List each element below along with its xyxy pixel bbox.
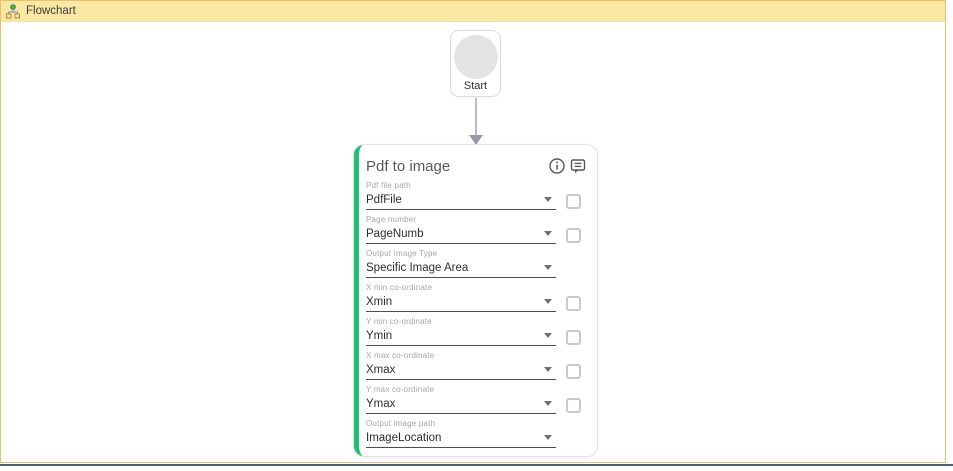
field-label: Page number bbox=[366, 215, 417, 224]
field-input[interactable]: PageNumb bbox=[366, 227, 556, 244]
field-input[interactable]: Specific Image Area bbox=[366, 261, 556, 278]
field-checkbox[interactable] bbox=[566, 194, 581, 209]
info-icon[interactable] bbox=[548, 157, 566, 175]
activity-fields: Pdf file path PdfFile Page number PageNu… bbox=[366, 181, 587, 448]
field-value: Xmax bbox=[366, 363, 396, 376]
flowchart-canvas[interactable]: Start Pdf to image Pdf file path PdfFile… bbox=[1, 22, 945, 462]
activity-field-5: X max co-ordinate Xmax bbox=[366, 351, 587, 380]
activity-field-6: Y max co-ordinate Ymax bbox=[366, 385, 587, 414]
start-node-circle bbox=[453, 35, 498, 79]
connector-line bbox=[475, 98, 477, 136]
field-label: Output Image Type bbox=[366, 249, 438, 258]
field-checkbox[interactable] bbox=[566, 330, 581, 345]
field-checkbox[interactable] bbox=[566, 296, 581, 311]
field-input[interactable]: Ymin bbox=[366, 329, 556, 346]
annotation-icon[interactable] bbox=[569, 157, 587, 175]
connector-arrowhead-icon bbox=[469, 135, 483, 145]
activity-field-2: Output Image Type Specific Image Area bbox=[366, 249, 587, 278]
field-input[interactable]: Xmin bbox=[366, 295, 556, 312]
chevron-down-icon[interactable] bbox=[544, 401, 552, 406]
field-value: Ymin bbox=[366, 329, 393, 342]
chevron-down-icon[interactable] bbox=[544, 265, 552, 270]
field-value: ImageLocation bbox=[366, 431, 442, 444]
flowchart-title: Flowchart bbox=[26, 5, 76, 17]
field-label: Output image path bbox=[366, 419, 436, 428]
field-value: PageNumb bbox=[366, 227, 424, 240]
field-input[interactable]: PdfFile bbox=[366, 193, 556, 210]
flowchart-header[interactable]: Flowchart bbox=[1, 1, 945, 22]
start-node-label: Start bbox=[463, 80, 488, 92]
activity-field-7: Output image path ImageLocation bbox=[366, 419, 587, 448]
activity-field-3: X min co-ordinate Xmin bbox=[366, 283, 587, 312]
field-checkbox[interactable] bbox=[566, 364, 581, 379]
field-value: Ymax bbox=[366, 397, 396, 410]
activity-title: Pdf to image bbox=[366, 157, 451, 175]
flowchart-container: Flowchart Start Pdf to image Pdf file pa… bbox=[0, 0, 946, 463]
field-label: X min co-ordinate bbox=[366, 283, 433, 292]
field-input[interactable]: Ymax bbox=[366, 397, 556, 414]
bottom-divider bbox=[0, 464, 953, 466]
activity-card-pdf-to-image[interactable]: Pdf to image Pdf file path PdfFile Page … bbox=[354, 145, 597, 456]
field-value: Specific Image Area bbox=[366, 261, 469, 274]
field-label: Y min co-ordinate bbox=[366, 317, 432, 326]
field-value: Xmin bbox=[366, 295, 393, 308]
field-label: X max co-ordinate bbox=[366, 351, 435, 360]
field-label: Pdf file path bbox=[366, 181, 411, 190]
field-value: PdfFile bbox=[366, 193, 402, 206]
field-input[interactable]: Xmax bbox=[366, 363, 556, 380]
chevron-down-icon[interactable] bbox=[544, 299, 552, 304]
chevron-down-icon[interactable] bbox=[544, 333, 552, 338]
start-node[interactable]: Start bbox=[450, 30, 501, 97]
field-label: Y max co-ordinate bbox=[366, 385, 435, 394]
activity-field-1: Page number PageNumb bbox=[366, 215, 587, 244]
chevron-down-icon[interactable] bbox=[544, 197, 552, 202]
chevron-down-icon[interactable] bbox=[544, 367, 552, 372]
flowchart-icon bbox=[6, 3, 20, 19]
field-checkbox[interactable] bbox=[566, 228, 581, 243]
field-input[interactable]: ImageLocation bbox=[366, 431, 556, 448]
field-checkbox[interactable] bbox=[566, 398, 581, 413]
activity-field-4: Y min co-ordinate Ymin bbox=[366, 317, 587, 346]
chevron-down-icon[interactable] bbox=[544, 231, 552, 236]
chevron-down-icon[interactable] bbox=[544, 435, 552, 440]
activity-field-0: Pdf file path PdfFile bbox=[366, 181, 587, 210]
